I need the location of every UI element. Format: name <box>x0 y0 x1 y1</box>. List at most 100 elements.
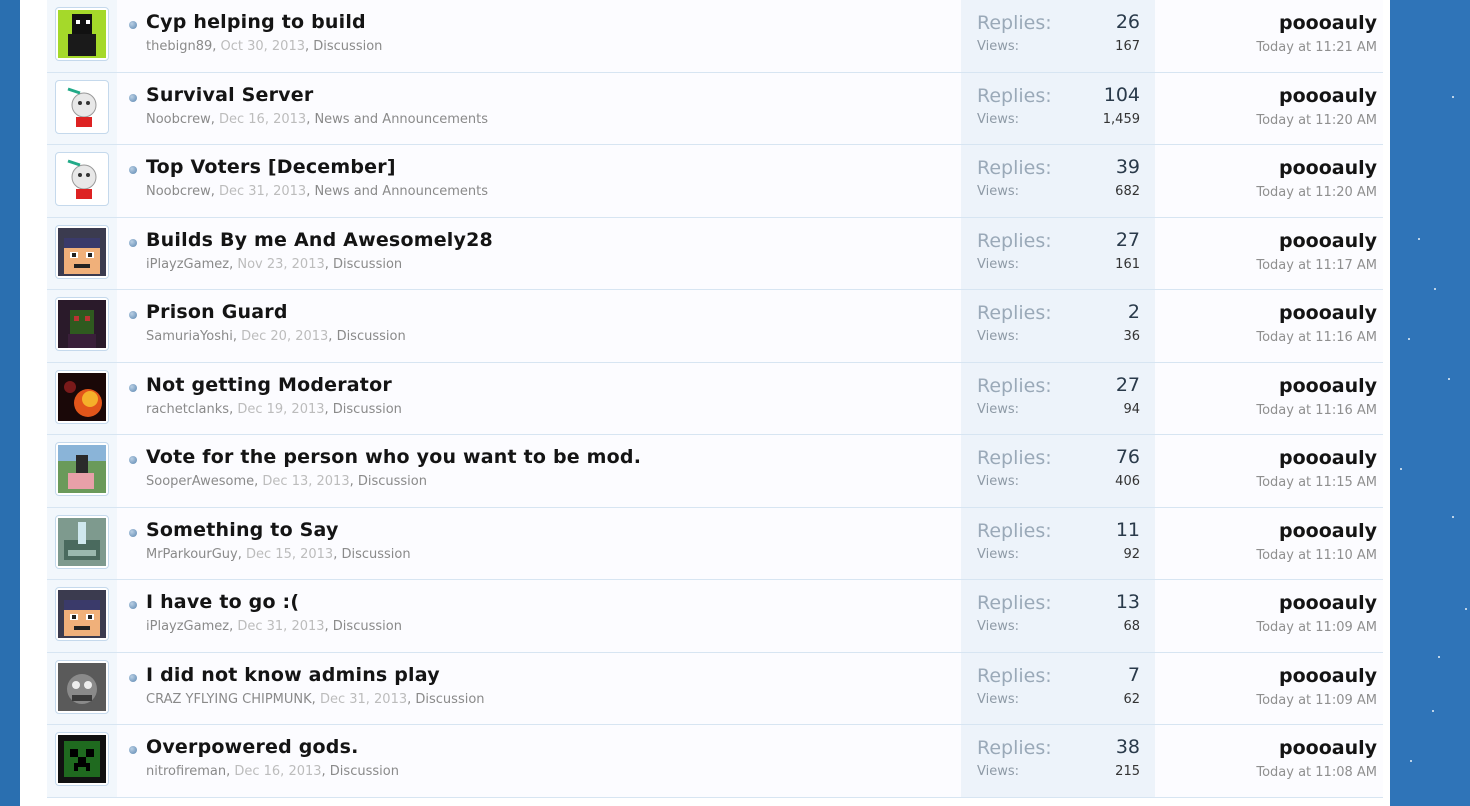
last-post: poooauly Today at 11:09 AM <box>1177 580 1377 652</box>
last-post-user-link[interactable]: poooauly <box>1279 230 1377 252</box>
replies-count: 27 <box>1115 373 1140 396</box>
last-post-user-link[interactable]: poooauly <box>1279 520 1377 542</box>
thread-author-link[interactable]: SooperAwesome <box>146 474 254 489</box>
last-post-user-link[interactable]: poooauly <box>1279 592 1377 614</box>
views-label: Views: <box>977 691 1020 707</box>
thread-forum-link[interactable]: Discussion <box>333 402 402 417</box>
thread-row: Survival Server Noobcrew, Dec 16, 2013, … <box>47 72 1383 145</box>
thread-title-link[interactable]: Vote for the person who you want to be m… <box>146 446 641 468</box>
thread-stats: Replies: 7 Views: 62 <box>961 652 1155 724</box>
last-post-time-link[interactable]: Today at 11:15 AM <box>1256 475 1377 490</box>
avatar-green-skin[interactable] <box>55 7 109 61</box>
last-post-user-link[interactable]: poooauly <box>1279 665 1377 687</box>
thread-forum-link[interactable]: News and Announcements <box>314 112 488 127</box>
thread-forum-link[interactable]: Discussion <box>330 764 399 779</box>
avatar-dark-green[interactable] <box>55 297 109 351</box>
thread-forum-link[interactable]: Discussion <box>341 547 410 562</box>
last-post-user-link[interactable]: poooauly <box>1279 375 1377 397</box>
thread-meta: CRAZ YFLYING CHIPMUNK, Dec 31, 2013, Dis… <box>146 691 485 707</box>
avatar-sheep[interactable] <box>55 152 109 206</box>
thread-status-icon <box>129 673 137 682</box>
replies-label: Replies: <box>977 302 1052 324</box>
thread-author-link[interactable]: CRAZ YFLYING CHIPMUNK <box>146 692 312 707</box>
avatar-fire[interactable] <box>55 369 109 424</box>
thread-author-link[interactable]: nitrofireman <box>146 764 226 779</box>
replies-count: 104 <box>1103 83 1140 106</box>
thread-row: Not getting Moderator rachetclanks, Dec … <box>47 362 1383 435</box>
last-post-time-link[interactable]: Today at 11:21 AM <box>1256 40 1377 55</box>
thread-start-date: Dec 16, 2013 <box>234 764 322 779</box>
replies-label: Replies: <box>977 157 1052 179</box>
last-post-user-link[interactable]: poooauly <box>1279 85 1377 107</box>
thread-title-link[interactable]: Cyp helping to build <box>146 11 366 33</box>
avatar-pixel-face[interactable] <box>55 224 109 279</box>
avatar-creeper[interactable] <box>55 732 109 786</box>
last-post-user-link[interactable]: poooauly <box>1279 157 1377 179</box>
avatar-cell <box>47 507 117 579</box>
thread-author-link[interactable]: MrParkourGuy <box>146 547 238 562</box>
last-post-time-link[interactable]: Today at 11:16 AM <box>1256 403 1377 418</box>
last-post-user-link[interactable]: poooauly <box>1279 302 1377 324</box>
last-post-user-link[interactable]: poooauly <box>1279 737 1377 759</box>
replies-label: Replies: <box>977 447 1052 469</box>
last-post-time-link[interactable]: Today at 11:17 AM <box>1256 258 1377 273</box>
thread-title-link[interactable]: Builds By me And Awesomely28 <box>146 229 493 251</box>
thread-start-date: Dec 31, 2013 <box>237 619 325 634</box>
thread-stats: Replies: 76 Views: 406 <box>961 435 1155 507</box>
last-post-user-link[interactable]: poooauly <box>1279 12 1377 34</box>
thread-forum-link[interactable]: Discussion <box>313 39 382 54</box>
avatar-sheep[interactable] <box>55 79 109 134</box>
last-post-time-link[interactable]: Today at 11:09 AM <box>1256 620 1377 635</box>
thread-forum-link[interactable]: Discussion <box>333 619 402 634</box>
thread-author-link[interactable]: Noobcrew <box>146 184 211 199</box>
thread-author-link[interactable]: Noobcrew <box>146 112 211 127</box>
avatar-beacon[interactable] <box>55 514 109 569</box>
last-post-time-link[interactable]: Today at 11:20 AM <box>1256 113 1377 128</box>
thread-title-link[interactable]: Prison Guard <box>146 301 288 323</box>
thread-row: Overpowered gods. nitrofireman, Dec 16, … <box>47 725 1383 798</box>
thread-title-link[interactable]: Overpowered gods. <box>146 736 359 758</box>
thread-forum-link[interactable]: Discussion <box>333 257 402 272</box>
thread-title-link[interactable]: I have to go :( <box>146 591 299 613</box>
avatar-cell <box>47 725 117 797</box>
views-count: 215 <box>1115 764 1140 779</box>
last-post: poooauly Today at 11:09 AM <box>1177 653 1377 725</box>
thread-author-link[interactable]: iPlayzGamez <box>146 619 229 634</box>
thread-forum-link[interactable]: Discussion <box>358 474 427 489</box>
thread-title-link[interactable]: Survival Server <box>146 84 313 106</box>
avatar-pig-rider[interactable] <box>55 442 109 496</box>
thread-title-link[interactable]: Not getting Moderator <box>146 374 392 396</box>
last-post-time-link[interactable]: Today at 11:16 AM <box>1256 330 1377 345</box>
thread-start-date: Dec 31, 2013 <box>319 691 408 707</box>
thread-status-icon <box>129 166 137 174</box>
thread-author-link[interactable]: iPlayzGamez <box>146 257 229 272</box>
last-post-time-link[interactable]: Today at 11:10 AM <box>1256 548 1377 563</box>
thread-row: Something to Say MrParkourGuy, Dec 15, 2… <box>47 507 1383 580</box>
replies-count: 27 <box>1115 228 1140 251</box>
thread-title-link[interactable]: I did not know admins play <box>146 664 440 686</box>
thread-author-link[interactable]: SamuriaYoshi <box>146 329 233 344</box>
thread-title-link[interactable]: Something to Say <box>146 519 339 541</box>
thread-forum-link[interactable]: Discussion <box>415 692 484 707</box>
thread-start-date: Oct 30, 2013 <box>220 39 306 54</box>
avatar-chipmunk[interactable] <box>55 659 109 714</box>
thread-forum-link[interactable]: Discussion <box>337 329 406 344</box>
thread-list: Cyp helping to build thebign89, Oct 30, … <box>47 0 1383 798</box>
thread-author-link[interactable]: thebign89 <box>146 39 212 54</box>
thread-forum-link[interactable]: News and Announcements <box>314 184 488 199</box>
thread-title-link[interactable]: Top Voters [December] <box>146 156 396 178</box>
thread-status-icon <box>129 238 137 247</box>
replies-count: 76 <box>1115 446 1140 468</box>
avatar-pixel-face[interactable] <box>55 587 109 641</box>
last-post-time-link[interactable]: Today at 11:20 AM <box>1256 185 1377 200</box>
last-post-user-link[interactable]: poooauly <box>1279 447 1377 469</box>
thread-author-link[interactable]: rachetclanks <box>146 402 229 417</box>
last-post-time-link[interactable]: Today at 11:08 AM <box>1256 765 1377 780</box>
views-label: Views: <box>977 619 1020 634</box>
last-post: poooauly Today at 11:08 AM <box>1177 725 1377 797</box>
thread-row: Builds By me And Awesomely28 iPlayzGamez… <box>47 217 1383 290</box>
last-post-time-link[interactable]: Today at 11:09 AM <box>1256 693 1377 708</box>
thread-status-icon <box>129 601 137 609</box>
replies-count: 13 <box>1115 591 1140 613</box>
thread-status-icon <box>129 746 137 754</box>
